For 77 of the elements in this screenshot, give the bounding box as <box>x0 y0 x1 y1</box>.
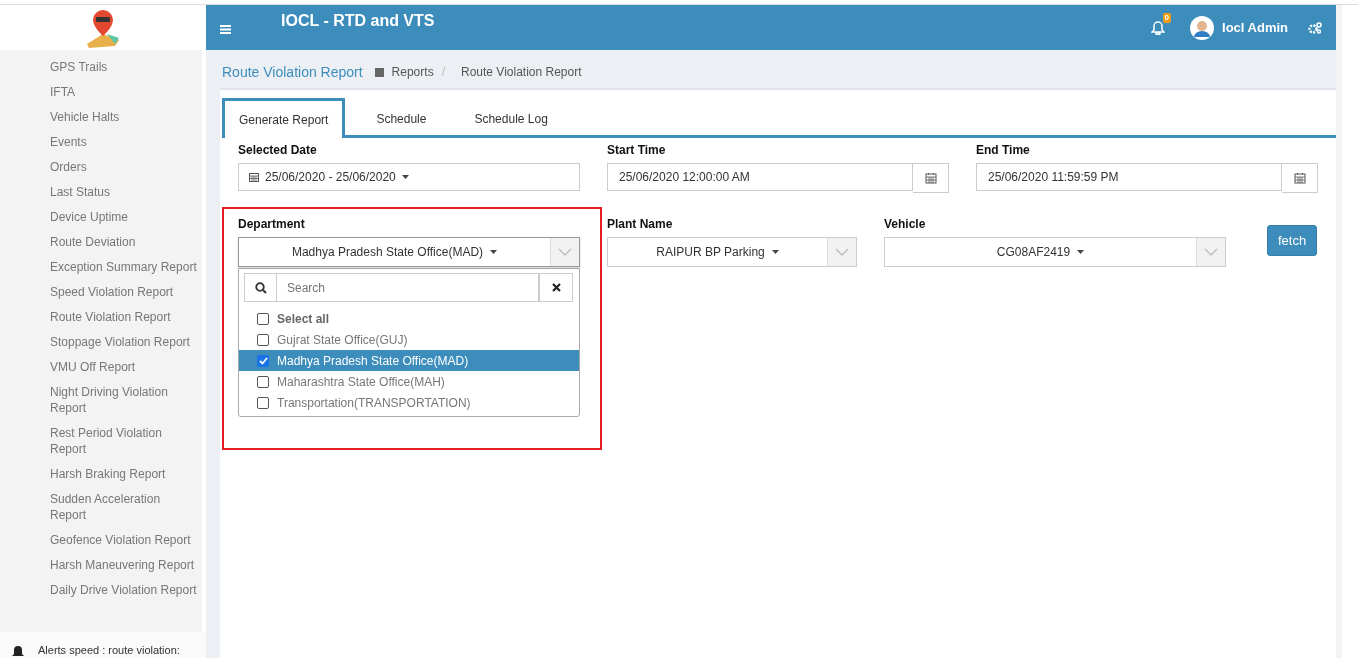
gears-icon[interactable] <box>1308 21 1322 34</box>
menu-icon[interactable] <box>220 24 231 34</box>
page-title: Route Violation Report <box>222 64 363 80</box>
caret-icon <box>1077 250 1085 254</box>
calendar-button[interactable] <box>913 163 949 193</box>
dropdown-option[interactable]: Madhya Pradesh State Office(MAD) <box>239 350 579 371</box>
notification-icon[interactable] <box>1151 20 1166 35</box>
chevron-down-icon <box>1204 248 1218 256</box>
sidebar-item[interactable]: Geofence Violation Report <box>0 527 201 552</box>
tab[interactable]: Schedule Log <box>457 98 565 135</box>
bell-icon <box>12 646 24 658</box>
sidebar-item[interactable]: Exception Summary Report <box>0 254 201 279</box>
sidebar-item[interactable]: Rest Period Violation Report <box>0 420 201 461</box>
sidebar-item[interactable]: Harsh Braking Report <box>0 461 201 486</box>
chevron-down-icon <box>835 248 849 256</box>
search-field[interactable]: Search <box>277 273 539 302</box>
sidebar-item[interactable]: Vehicle Halts <box>0 104 201 129</box>
sidebar-item[interactable]: Speed Violation Report <box>0 279 201 304</box>
checkbox[interactable] <box>257 354 269 367</box>
avatar-icon[interactable] <box>1190 15 1215 40</box>
field-label: Department <box>238 217 306 231</box>
sidebar-item[interactable]: Orders <box>0 154 201 179</box>
breadcrumb-item: Route Violation Report <box>461 65 582 79</box>
calendar-icon <box>1293 172 1306 184</box>
dropdown-option[interactable]: Select all <box>239 308 579 329</box>
dropdown-option[interactable]: Maharashtra State Office(MAH) <box>239 371 579 392</box>
sidebar-item[interactable]: Last Status <box>0 179 201 204</box>
tab[interactable]: Generate Report <box>222 98 346 138</box>
notification-badge: 0 <box>1162 12 1172 23</box>
app-title: IOCL - RTD and VTS <box>281 12 435 30</box>
select-dropdown[interactable]: Madhya Pradesh State Office(MAD) <box>238 237 580 267</box>
field-label: Selected Date <box>238 143 318 157</box>
logo-icon <box>85 7 121 48</box>
sidebar-item[interactable]: Night Driving Violation Report <box>0 379 201 420</box>
dropdown-option[interactable]: Gujrat State Office(GUJ) <box>239 329 579 350</box>
breadcrumb-separator: / <box>441 65 445 79</box>
sidebar-item[interactable]: Route Violation Report <box>0 304 201 329</box>
clear-button[interactable] <box>539 273 573 302</box>
sidebar-item[interactable]: IFTA <box>0 79 201 104</box>
caret-icon <box>490 250 498 254</box>
search-icon <box>254 281 267 294</box>
chevron-down-icon <box>558 248 572 256</box>
sidebar-item[interactable]: Device Uptime <box>0 204 201 229</box>
breadcrumb-item[interactable]: Reports <box>391 65 434 79</box>
caret-icon <box>771 250 779 254</box>
checkbox[interactable] <box>257 396 269 409</box>
sidebar-item[interactable]: Events <box>0 129 201 154</box>
field-label: Start Time <box>607 143 667 157</box>
fetch-button[interactable]: fetch <box>1267 225 1318 256</box>
sidebar-item[interactable]: Daily Drive Violation Report <box>0 577 201 602</box>
sidebar-item[interactable]: Sudden Acceleration Report <box>0 486 201 527</box>
caret-icon <box>401 175 409 179</box>
date-range-field[interactable]: 25/06/2020 - 25/06/2020 <box>238 163 580 191</box>
field-label: Plant Name <box>607 217 674 231</box>
calendar-button[interactable] <box>1282 163 1318 193</box>
dropdown-option[interactable]: Transportation(TRANSPORTATION) <box>239 392 579 413</box>
calendar-icon <box>249 172 259 182</box>
alert-text: Alerts speed : route violation: <box>38 644 180 658</box>
user-name[interactable]: Iocl Admin <box>1222 20 1288 35</box>
select-dropdown[interactable]: RAIPUR BP Parking <box>607 237 857 267</box>
tab[interactable]: Schedule <box>359 98 444 135</box>
field-label: Vehicle <box>884 217 927 231</box>
calendar-icon <box>924 172 937 184</box>
checkbox[interactable] <box>257 333 269 346</box>
field-label: End Time <box>976 143 1031 157</box>
checkbox[interactable] <box>257 375 269 388</box>
select-dropdown[interactable]: CG08AF2419 <box>884 237 1226 267</box>
time-field[interactable]: 25/06/2020 12:00:00 AM <box>607 163 913 191</box>
sidebar-item[interactable]: Route Deviation <box>0 229 201 254</box>
sidebar-item[interactable]: VMU Off Report <box>0 354 201 379</box>
sidebar-item[interactable]: Stoppage Violation Report <box>0 329 201 354</box>
sidebar-item[interactable]: GPS Trails <box>0 54 201 79</box>
sidebar-item[interactable]: Harsh Maneuvering Report <box>0 552 201 577</box>
close-icon <box>551 283 561 292</box>
book-icon <box>374 67 384 77</box>
checkbox[interactable] <box>257 312 269 325</box>
time-field[interactable]: 25/06/2020 11:59:59 PM <box>976 163 1282 191</box>
